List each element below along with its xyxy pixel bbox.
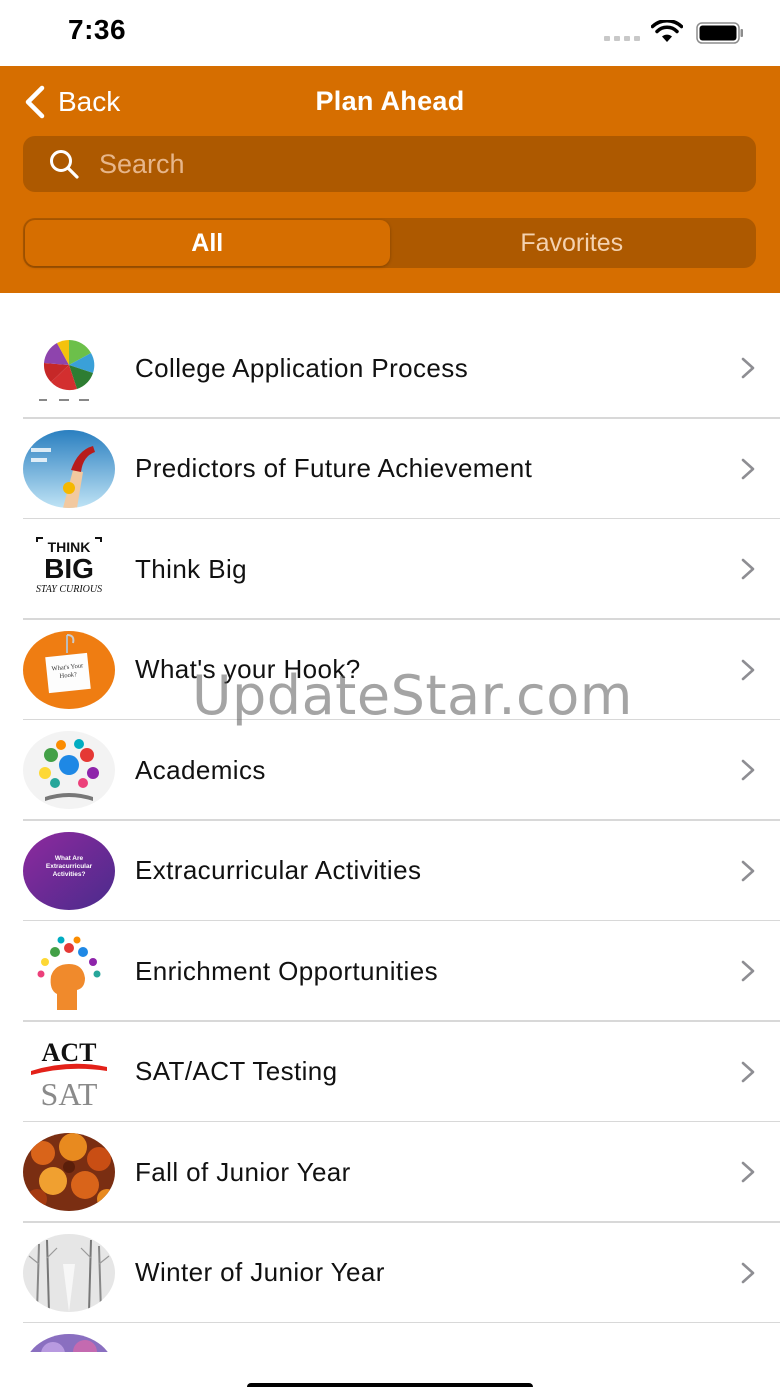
list-item-label: College Application Process [135, 352, 469, 383]
chevron-right-icon [741, 659, 755, 681]
brain-ideas-image [23, 932, 115, 1011]
list-item-label: Predictors of Future Achievement [135, 453, 533, 484]
list-item-label: Extracurricular Activities [135, 855, 422, 886]
wifi-icon [651, 20, 683, 42]
status-time: 7:36 [68, 14, 127, 45]
list-item[interactable]: What Are Extracurricular Activities? Extra… [0, 821, 780, 922]
cellular-signal-icon [604, 36, 640, 41]
pie-chart-image [23, 329, 115, 408]
search-input[interactable] [99, 148, 699, 180]
segment-all[interactable]: All [25, 220, 390, 266]
chevron-right-icon [741, 860, 755, 882]
hook-sign-image: What's YourHook? [23, 630, 115, 709]
home-indicator [247, 1383, 533, 1387]
trophy-hand-image [23, 429, 115, 508]
list-item[interactable]: THINK BIG STAY CURIOUS Think Big [0, 519, 780, 620]
list-item-label: SAT/ACT Testing [135, 1056, 338, 1087]
chevron-right-icon [741, 558, 755, 580]
list-item-partial[interactable] [0, 1323, 780, 1352]
sat-logo-text: SAT [41, 1076, 98, 1111]
battery-icon [696, 22, 743, 44]
act-logo-text: ACT [42, 1038, 97, 1067]
chevron-right-icon [741, 458, 755, 480]
think-big-logo: THINK BIG STAY CURIOUS [23, 530, 115, 609]
nav-header: Back Plan Ahead All Favorites [0, 66, 780, 293]
chevron-right-icon [741, 357, 755, 379]
search-bar[interactable] [23, 136, 756, 192]
list-item-label: Fall of Junior Year [135, 1156, 351, 1187]
status-bar: 7:36 [0, 0, 780, 66]
list-item-label: Think Big [135, 553, 247, 584]
think-big-tagline: STAY CURIOUS [36, 584, 102, 595]
list-item[interactable]: Predictors of Future Achievement [0, 419, 780, 520]
extracurricular-image: What Are Extracurricular Activities? [23, 831, 115, 910]
sat-act-logo: ACT SAT [23, 1032, 115, 1111]
chevron-right-icon [741, 1061, 755, 1083]
autumn-leaves-image [23, 1133, 115, 1212]
list-item-label: Winter of Junior Year [135, 1257, 385, 1288]
list-item[interactable]: College Application Process [0, 318, 780, 419]
segment-favorites[interactable]: Favorites [390, 220, 755, 266]
chevron-right-icon [741, 960, 755, 982]
list-item-label: What's your Hook? [135, 654, 361, 685]
list-item[interactable]: Winter of Junior Year [0, 1223, 780, 1324]
segmented-control: All Favorites [23, 218, 756, 268]
topic-list: College Application Process Predictors o… [0, 318, 780, 1352]
think-big-word-2: BIG [44, 553, 94, 584]
list-item-label: Enrichment Opportunities [135, 955, 438, 986]
list-item[interactable]: Enrichment Opportunities [0, 921, 780, 1022]
list-item-label: Academics [135, 754, 266, 785]
list-item[interactable]: Academics [0, 720, 780, 821]
list-item[interactable]: ACT SAT SAT/ACT Testing [0, 1022, 780, 1123]
winter-trees-image [23, 1233, 115, 1312]
search-icon [50, 150, 79, 179]
spring-image [23, 1334, 115, 1352]
page-title: Plan Ahead [315, 86, 465, 116]
list-item[interactable]: Fall of Junior Year [0, 1122, 780, 1223]
chevron-right-icon [741, 759, 755, 781]
chevron-right-icon [741, 1161, 755, 1183]
list-item[interactable]: What's YourHook? What's your Hook? [0, 620, 780, 721]
chevron-right-icon [741, 1262, 755, 1284]
academics-icons-image [23, 731, 115, 810]
